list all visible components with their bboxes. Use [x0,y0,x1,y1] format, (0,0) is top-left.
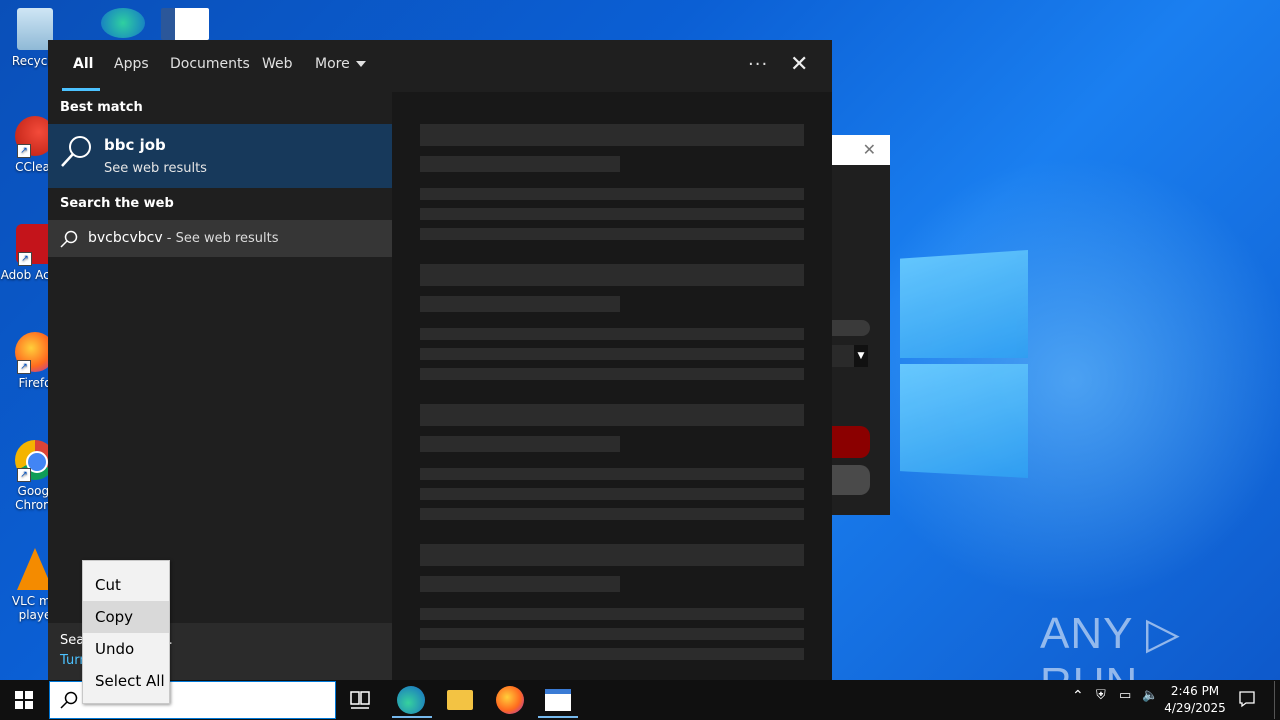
task-view-button[interactable] [349,690,371,710]
loading-placeholder [420,628,804,640]
search-icon [61,136,91,167]
background-app-window: ✕ ▼ [832,135,890,515]
loading-placeholder [420,156,620,172]
tab-documents[interactable]: Documents [170,56,250,72]
chevron-down-icon [355,61,366,67]
search-icon [60,230,78,248]
shortcut-arrow-icon: ↗ [18,252,32,266]
clock-date: 4/29/2025 [1164,701,1226,715]
shortcut-arrow-icon: ↗ [17,360,31,374]
desktop-icon-edge[interactable] [88,8,158,42]
edge-icon [101,8,145,38]
loading-placeholder [420,188,804,200]
menu-item-copy[interactable]: Copy [83,601,169,633]
running-indicator [538,716,578,718]
loading-placeholder [420,576,620,592]
loading-placeholder [420,436,620,452]
loading-placeholder [420,368,804,380]
menu-item-select-all[interactable]: Select All [83,665,169,697]
search-tabs: All Apps Documents Web More ··· ✕ [48,40,832,92]
running-indicator [392,716,432,718]
web-result-suffix: - See web results [162,231,279,246]
show-desktop-divider[interactable] [1274,681,1275,719]
close-icon[interactable]: ✕ [863,140,876,159]
system-clock[interactable]: 2:46 PM 4/29/2025 [1160,683,1230,717]
windows-logo-wallpaper [900,242,1028,478]
loading-placeholder [420,608,804,620]
loading-placeholder [420,508,804,520]
loading-placeholder [420,124,804,146]
background-window-titlebar: ✕ [832,135,890,165]
best-match-subtitle: See web results [104,161,207,176]
tab-more[interactable]: More [315,56,366,72]
start-button[interactable] [15,691,33,709]
notification-center-button[interactable] [1238,690,1256,708]
background-window-gray-button [832,465,870,495]
close-icon[interactable]: ✕ [790,52,808,77]
search-icon [60,691,78,709]
context-menu: Cut Copy Undo Select All [82,560,170,704]
edge-taskbar-icon[interactable] [397,686,425,714]
task-view-icon [350,691,370,709]
loading-placeholder [420,348,804,360]
menu-item-undo[interactable]: Undo [83,633,169,665]
active-tab-indicator [62,88,100,91]
notification-icon [1239,691,1255,708]
loading-placeholder [420,648,804,660]
web-result-item[interactable]: bvcbcvbcv - See web results [48,220,392,257]
loading-placeholder [420,264,804,286]
volume-icon[interactable]: 🔈 [1142,688,1158,703]
best-match-header: Best match [60,100,143,115]
best-match-title: bbc job [104,136,166,154]
loading-placeholder [420,468,804,480]
shortcut-arrow-icon: ↗ [17,468,31,482]
loading-placeholder [420,296,620,312]
web-result-text: bvcbcvbcv - See web results [88,230,279,246]
loading-placeholder [420,228,804,240]
chevron-down-icon: ▼ [854,345,868,367]
network-icon[interactable]: ▭ [1119,688,1131,703]
windows-start-icon [15,691,33,709]
tab-web[interactable]: Web [262,56,293,72]
menu-item-cut[interactable]: Cut [83,569,169,601]
firefox-taskbar-icon[interactable] [496,686,524,714]
background-window-field [832,320,870,336]
tab-more-label: More [315,56,350,72]
background-window-red-button [832,426,870,458]
loading-placeholder [420,488,804,500]
best-match-item[interactable]: bbc job See web results [48,124,392,188]
tab-all[interactable]: All [73,56,93,72]
loading-placeholder [420,208,804,220]
defender-icon[interactable]: ⛨ [1096,688,1106,703]
tab-apps[interactable]: Apps [114,56,149,72]
desktop-icon-label: Firefo [18,376,52,390]
word-document-icon [161,8,209,40]
app-window-taskbar-icon[interactable] [545,689,571,711]
web-result-query: bvcbcvbcv [88,230,163,246]
loading-placeholder [420,328,804,340]
chevron-up-icon[interactable]: ⌃ [1072,688,1084,704]
clock-time: 2:46 PM [1170,684,1220,698]
loading-placeholder [420,404,804,426]
desktop-icon-word[interactable] [150,8,220,44]
preview-pane-loading [392,92,832,680]
search-web-header: Search the web [60,196,174,211]
more-options-icon[interactable]: ··· [748,54,768,75]
file-explorer-icon[interactable] [447,690,473,710]
shortcut-arrow-icon: ↗ [17,144,31,158]
loading-placeholder [420,544,804,566]
